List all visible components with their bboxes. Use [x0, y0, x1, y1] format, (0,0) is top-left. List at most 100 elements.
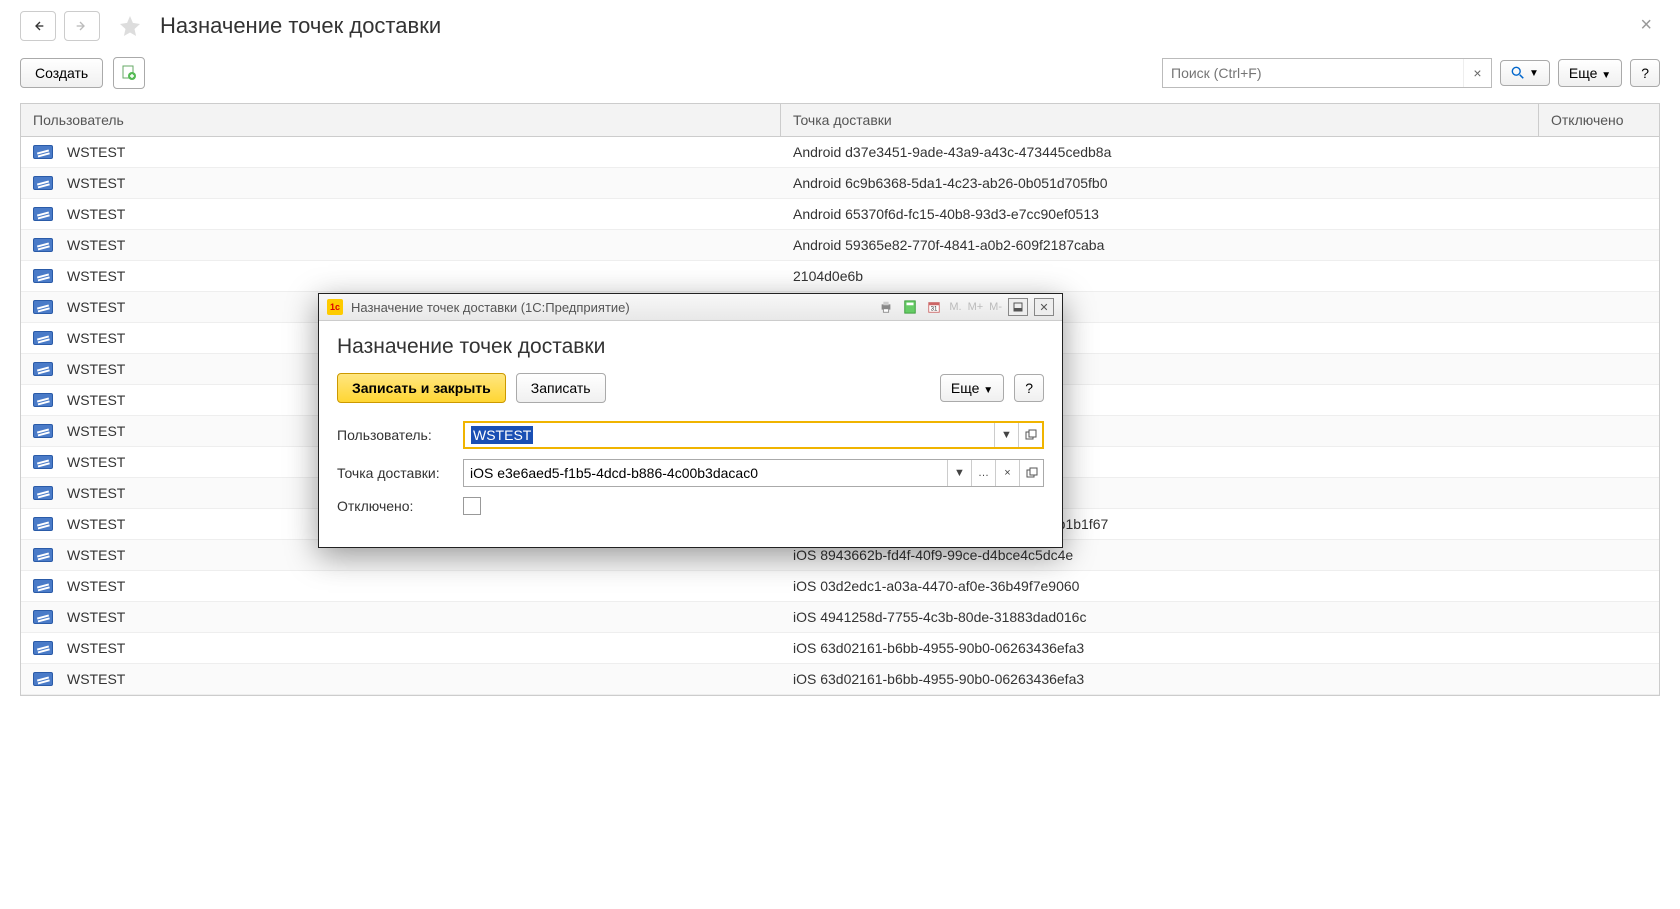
cell-user: WSTEST: [67, 516, 125, 532]
minimize-to-panel-button[interactable]: [1008, 298, 1028, 316]
cell-user: WSTEST: [67, 268, 125, 284]
onec-logo-icon: 1c: [327, 299, 343, 315]
table-row[interactable]: WSTEST iOS 03d2edc1-a03a-4470-af0e-36b49f…: [21, 571, 1659, 602]
cell-point: Android 65370f6d-fc15-40b8-93d3-e7cc90ef…: [793, 206, 1099, 222]
cell-user: WSTEST: [67, 423, 125, 439]
row-icon: [33, 176, 53, 190]
dropdown-button[interactable]: ▼: [947, 460, 971, 486]
clear-button[interactable]: ×: [995, 460, 1019, 486]
calculator-icon[interactable]: [901, 298, 919, 316]
table-row[interactable]: WSTESTiOS 63d02161-b6bb-4955-90b0-062634…: [21, 633, 1659, 664]
table-header: Пользователь Точка доставки Отключено: [21, 104, 1659, 137]
edit-dialog: 1c Назначение точек доставки (1С:Предпри…: [318, 293, 1063, 548]
row-icon: [33, 579, 53, 593]
dialog-window-title: Назначение точек доставки (1С:Предприяти…: [351, 300, 630, 315]
row-icon: [33, 331, 53, 345]
point-ref-field: ▼ … ×: [463, 459, 1044, 487]
table-row[interactable]: WSTEST iOS 63d02161-b6bb-4955-90b0-062634…: [21, 664, 1659, 695]
row-icon: [33, 300, 53, 314]
point-input[interactable]: [464, 460, 947, 486]
dialog-titlebar[interactable]: 1c Назначение точек доставки (1С:Предпри…: [319, 294, 1062, 321]
user-input[interactable]: WSTEST: [465, 423, 994, 447]
row-icon: [33, 238, 53, 252]
search-clear-button[interactable]: ×: [1463, 59, 1491, 87]
cell-user: WSTEST: [67, 671, 125, 687]
row-icon: [33, 517, 53, 531]
cell-user: WSTEST: [67, 144, 125, 160]
row-icon: [33, 486, 53, 500]
table-row[interactable]: WSTEST Android d37e3451-9ade-43a9-a43c-47…: [21, 137, 1659, 168]
dropdown-button[interactable]: ▼: [994, 423, 1018, 447]
cell-user: WSTEST: [67, 454, 125, 470]
cell-user: WSTEST: [67, 299, 125, 315]
row-icon: [33, 362, 53, 376]
row-icon: [33, 455, 53, 469]
page-title: Назначение точек доставки: [160, 13, 441, 39]
search-input[interactable]: [1163, 65, 1463, 81]
row-icon: [33, 672, 53, 686]
create-button[interactable]: Создать: [20, 58, 103, 88]
cell-point: iOS 4941258d-7755-4c3b-80de-31883dad016c: [793, 609, 1086, 625]
cell-user: WSTEST: [67, 485, 125, 501]
cell-user: WSTEST: [67, 547, 125, 563]
cell-user: WSTEST: [67, 330, 125, 346]
cell-point: Android 6c9b6368-5da1-4c23-ab26-0b051d70…: [793, 175, 1107, 191]
cell-user: WSTEST: [67, 237, 125, 253]
row-icon: [33, 207, 53, 221]
m-disabled-icon: M.: [949, 301, 961, 313]
table-row[interactable]: WSTEST Android 65370f6d-fc15-40b8-93d3-e7…: [21, 199, 1659, 230]
cell-user: WSTEST: [67, 640, 125, 656]
dialog-help-button[interactable]: ?: [1014, 374, 1044, 402]
calendar-icon[interactable]: 31: [925, 298, 943, 316]
dialog-more-button[interactable]: Еще ▼: [940, 374, 1004, 402]
save-button[interactable]: Записать: [516, 373, 606, 403]
open-icon: [1025, 429, 1037, 441]
select-button[interactable]: …: [971, 460, 995, 486]
cell-user: WSTEST: [67, 392, 125, 408]
cell-point: iOS 03d2edc1-a03a-4470-af0e-36b49f7e9060: [793, 578, 1079, 594]
search-box: ×: [1162, 58, 1492, 88]
dialog-close-button[interactable]: ✕: [1034, 298, 1054, 316]
col-header-off[interactable]: Отключено: [1539, 104, 1659, 136]
svg-text:31: 31: [931, 306, 938, 313]
cell-user: WSTEST: [67, 609, 125, 625]
col-header-user[interactable]: Пользователь: [21, 104, 781, 136]
close-page-button[interactable]: ×: [1632, 10, 1660, 41]
off-checkbox[interactable]: [463, 497, 481, 515]
print-icon[interactable]: [877, 298, 895, 316]
table-row[interactable]: WSTEST iOS 4941258d-7755-4c3b-80de-31883d…: [21, 602, 1659, 633]
main-toolbar: Создать × ▼ Еще ▼ ?: [0, 51, 1680, 103]
cell-user: WSTEST: [67, 578, 125, 594]
table-row[interactable]: WSTEST Android 59365e82-770f-4841-a0b2-60…: [21, 230, 1659, 261]
chevron-down-icon: ▼: [1529, 68, 1539, 79]
row-icon: [33, 393, 53, 407]
row-icon: [33, 548, 53, 562]
more-button[interactable]: Еще ▼: [1558, 59, 1622, 87]
help-button[interactable]: ?: [1630, 59, 1660, 87]
row-icon: [33, 641, 53, 655]
open-ref-button[interactable]: [1019, 460, 1043, 486]
nav-forward-button[interactable]: [64, 11, 100, 41]
open-icon: [1026, 467, 1038, 479]
nav-back-button[interactable]: [20, 11, 56, 41]
table-row[interactable]: WSTEST 2104d0e6b: [21, 261, 1659, 292]
copy-button[interactable]: [113, 57, 145, 89]
m-minus-disabled-icon: M-: [989, 301, 1002, 313]
search-icon: [1511, 66, 1525, 80]
cell-point: iOS 63d02161-b6bb-4955-90b0-06263436efa3: [793, 671, 1084, 687]
favorite-star-icon[interactable]: [116, 12, 144, 40]
off-field-label: Отключено:: [337, 498, 463, 514]
table-row[interactable]: WSTEST Android 6c9b6368-5da1-4c23-ab26-0b…: [21, 168, 1659, 199]
cell-point: iOS 8943662b-fd4f-40f9-99ce-d4bce4c5dc4e: [793, 547, 1073, 563]
cell-point: Android 59365e82-770f-4841-a0b2-609f2187…: [793, 237, 1104, 253]
cell-user: WSTEST: [67, 175, 125, 191]
cell-point: Android d37e3451-9ade-43a9-a43c-473445ce…: [793, 144, 1111, 160]
save-and-close-button[interactable]: Записать и закрыть: [337, 373, 506, 403]
chevron-down-icon: ▼: [983, 385, 993, 396]
search-submit-button[interactable]: ▼: [1500, 60, 1550, 86]
cell-point: 2104d0e6b: [793, 268, 863, 284]
cell-user: WSTEST: [67, 206, 125, 222]
col-header-point[interactable]: Точка доставки: [781, 104, 1539, 136]
copy-plus-icon: [121, 65, 137, 81]
open-ref-button[interactable]: [1018, 423, 1042, 447]
